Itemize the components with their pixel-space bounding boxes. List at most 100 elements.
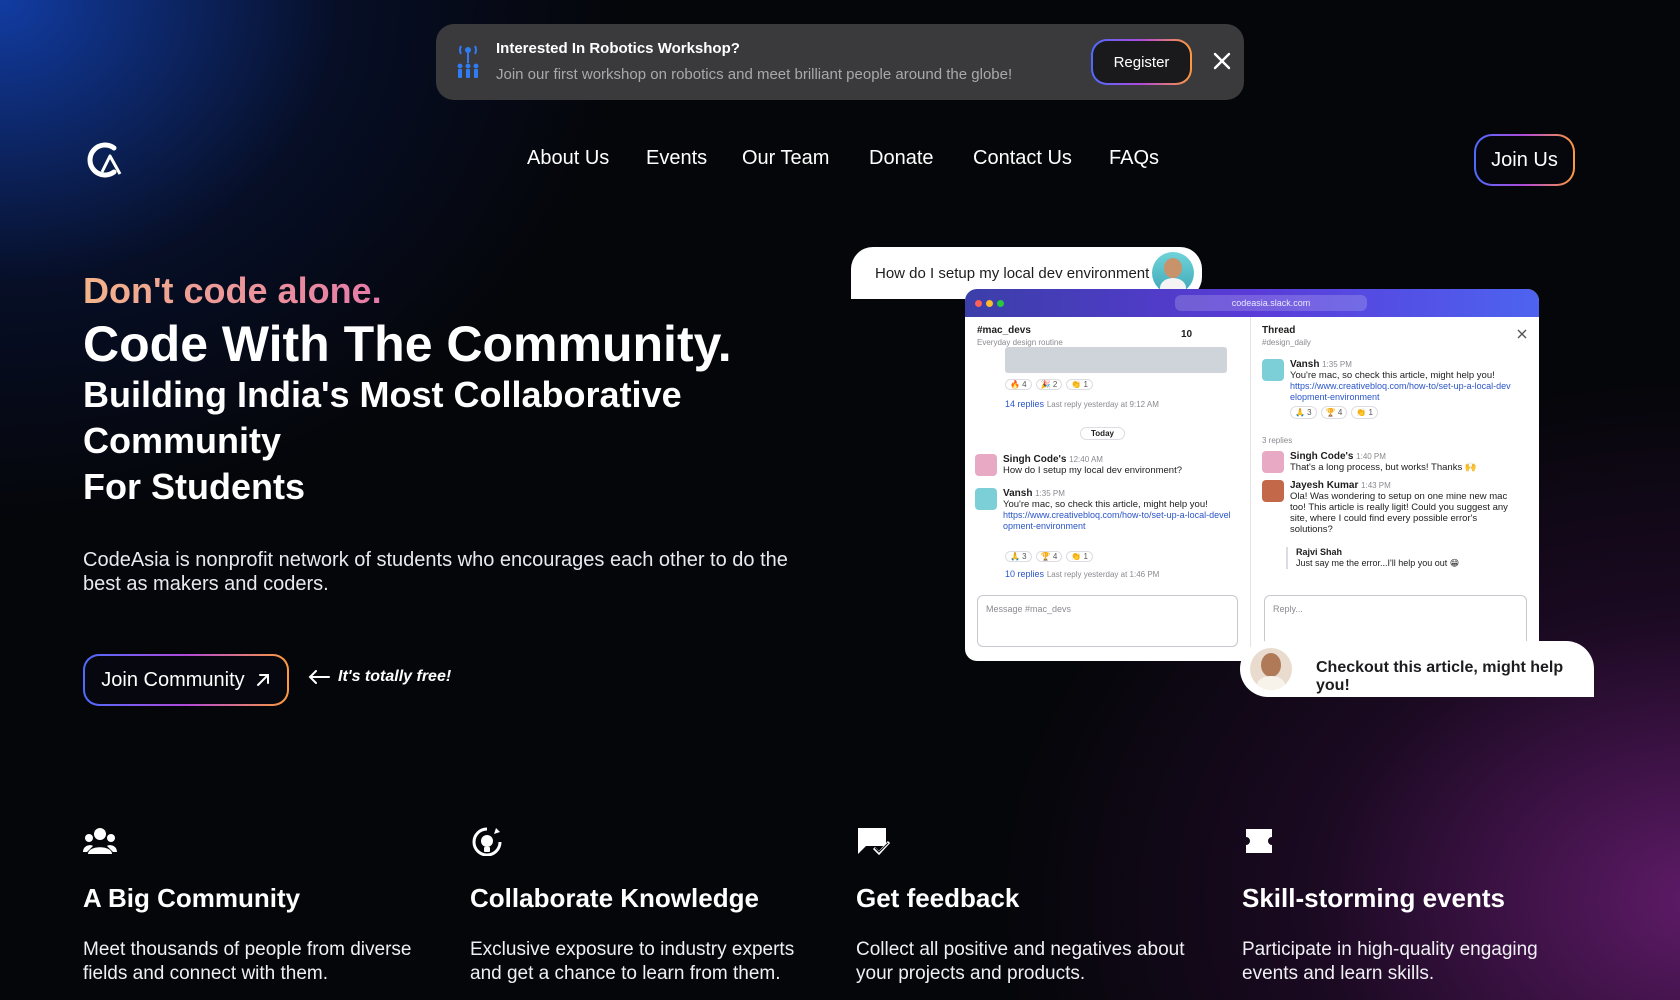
feature-title: Get feedback xyxy=(856,883,1020,913)
thread-title: Thread xyxy=(1262,325,1296,336)
list-item: Singh Code's 12:40 AM How do I setup my … xyxy=(975,454,1241,476)
member-count: 10 xyxy=(1181,329,1193,340)
window-maximize-dot xyxy=(997,300,1004,307)
list-item: Vansh 1:35 PM You're mac, so check this … xyxy=(975,488,1241,532)
message-text: You're mac, so check this article, might… xyxy=(1290,370,1495,381)
feature-description: Participate in high-quality engaging eve… xyxy=(1242,939,1538,984)
message-user: Jayesh Kumar xyxy=(1290,480,1359,491)
message-time: 12:40 AM xyxy=(1069,455,1103,464)
nav-events[interactable]: Events xyxy=(646,147,707,170)
feature-title: Collaborate Knowledge xyxy=(470,883,759,913)
hero-description: CodeAsia is nonprofit network of student… xyxy=(83,549,788,595)
avatar xyxy=(1152,252,1194,294)
ticket-icon xyxy=(1246,829,1272,853)
reactions-row: 🙏 3 🏆 4 👏 1 xyxy=(1290,406,1515,419)
avatar xyxy=(1262,359,1284,381)
channel-pane: #mac_devs Everyday design routine 10 🔥 4… xyxy=(965,317,1251,661)
nav-contact-us[interactable]: Contact Us xyxy=(973,147,1072,170)
feature-description: Exclusive exposure to industry experts a… xyxy=(470,939,795,984)
hero-subtitle: Building India's Most Collaborative Comm… xyxy=(83,372,763,510)
message-text: Ola! Was wondering to setup on one mine … xyxy=(1290,491,1508,535)
answer-bubble-text: Checkout this article, might help you! xyxy=(1316,659,1564,694)
feedback-icon xyxy=(858,828,891,856)
replies-link[interactable]: 10 replies xyxy=(1005,569,1044,579)
banner-title: Interested In Robotics Workshop? xyxy=(496,40,740,57)
message-user: Vansh xyxy=(1003,488,1033,499)
chat-app-mockup: codeasia.slack.com #mac_devs Everyday de… xyxy=(965,289,1539,661)
nav-about-us[interactable]: About Us xyxy=(527,147,609,170)
thread-summary-b: 10 replies Last reply yesterday at 1:46 … xyxy=(1005,569,1159,580)
free-note-text: It's totally free! xyxy=(338,668,452,685)
avatar xyxy=(975,454,997,476)
avatar xyxy=(1262,451,1284,473)
thread-summary-a: 14 replies Last reply yesterday at 9:12 … xyxy=(1005,399,1159,410)
feature-description: Collect all positive and negatives about… xyxy=(856,939,1185,984)
message-user: Rajvi Shah xyxy=(1296,547,1343,557)
thread-pane: Thread #design_daily Vansh 1:35 PM You'r… xyxy=(1252,317,1539,661)
nav-our-team[interactable]: Our Team xyxy=(742,147,829,170)
message-link[interactable]: https://www.creativebloq.com/how-to/set-… xyxy=(1290,381,1515,403)
feature-knowledge: Collaborate Knowledge Exclusive exposure… xyxy=(470,826,830,986)
list-item: Jayesh Kumar 1:43 PM Ola! Was wondering … xyxy=(1262,480,1522,535)
list-item: Vansh 1:35 PM You're mac, so check this … xyxy=(1262,359,1522,419)
feature-description: Meet thousands of people from diverse fi… xyxy=(83,939,412,984)
close-icon[interactable] xyxy=(1210,49,1234,73)
replies-count: 3 replies xyxy=(1262,436,1293,445)
image-preview xyxy=(1005,347,1227,373)
message-text: How do I setup my local dev environment? xyxy=(1003,465,1183,476)
feature-feedback: Get feedback Collect all positive and ne… xyxy=(856,826,1216,986)
arrow-left-icon xyxy=(308,670,330,684)
announcement-banner: Interested In Robotics Workshop? Join ou… xyxy=(436,24,1244,100)
message-user: Vansh xyxy=(1290,359,1320,370)
join-community-button[interactable]: Join Community xyxy=(83,654,289,706)
message-time: 1:35 PM xyxy=(1035,489,1065,498)
nav-faqs[interactable]: FAQs xyxy=(1109,147,1159,170)
join-us-button[interactable]: Join Us xyxy=(1474,134,1575,186)
thread-subtitle: #design_daily xyxy=(1262,338,1311,347)
hero-title: Code With The Community. xyxy=(83,316,732,372)
feature-title: A Big Community xyxy=(83,883,301,913)
free-note: It's totally free! xyxy=(308,668,451,686)
arrow-up-right-icon xyxy=(256,674,269,686)
message-text: That's a long process, but works! Thanks… xyxy=(1290,462,1477,473)
close-icon[interactable] xyxy=(1517,329,1527,339)
message-user: Singh Code's xyxy=(1003,454,1067,465)
nav-donate[interactable]: Donate xyxy=(869,147,934,170)
community-icon xyxy=(83,828,117,854)
message-time: 1:43 PM xyxy=(1361,481,1391,490)
reply-placeholder: Reply... xyxy=(1273,604,1303,614)
reactions-row: 🙏 3 🏆 4 👏 1 xyxy=(1005,551,1097,562)
mock-titlebar: codeasia.slack.com xyxy=(965,289,1539,317)
today-divider: Today xyxy=(1080,427,1125,440)
channel-name: #mac_devs xyxy=(977,325,1031,336)
codeasia-logo-icon[interactable] xyxy=(84,140,124,180)
message-time: 1:35 PM xyxy=(1322,360,1352,369)
message-link[interactable]: https://www.creativebloq.com/how-to/set-… xyxy=(1003,510,1233,532)
avatar xyxy=(1250,648,1292,690)
message-time: 1:40 PM xyxy=(1356,452,1386,461)
channel-subtitle: Everyday design routine xyxy=(977,338,1063,347)
replies-link[interactable]: 14 replies xyxy=(1005,399,1044,409)
hero-tagline: Don't code alone. xyxy=(83,270,382,311)
message-placeholder: Message #mac_devs xyxy=(986,604,1072,614)
answer-bubble: Checkout this article, might help you! xyxy=(1240,641,1594,697)
lightbulb-icon xyxy=(472,827,502,857)
message-user: Singh Code's xyxy=(1290,451,1354,462)
list-item: Singh Code's 1:40 PM That's a long proce… xyxy=(1262,451,1522,473)
reply-input[interactable]: Reply... xyxy=(1264,595,1527,647)
hero-subtitle-line3: For Students xyxy=(83,466,305,507)
banner-subtitle: Join our first workshop on robotics and … xyxy=(496,66,1013,83)
hero-subtitle-line2: Community xyxy=(83,420,281,461)
window-minimize-dot xyxy=(986,300,993,307)
quoted-reply: Rajvi Shah Just say me the error...I'll … xyxy=(1286,547,1459,569)
register-button[interactable]: Register xyxy=(1091,39,1192,85)
feature-events: Skill-storming events Participate in hig… xyxy=(1242,826,1602,986)
reactions-row: 🔥 4 🎉 2 👏 1 xyxy=(1005,379,1097,390)
last-reply-meta: Last reply yesterday at 9:12 AM xyxy=(1046,400,1159,409)
window-close-dot xyxy=(975,300,982,307)
feature-title: Skill-storming events xyxy=(1242,883,1505,913)
join-community-label: Join Community xyxy=(101,668,245,691)
hero-subtitle-line1: Building India's Most Collaborative xyxy=(83,374,682,415)
feature-community: A Big Community Meet thousands of people… xyxy=(83,826,443,986)
message-input[interactable]: Message #mac_devs xyxy=(977,595,1238,647)
